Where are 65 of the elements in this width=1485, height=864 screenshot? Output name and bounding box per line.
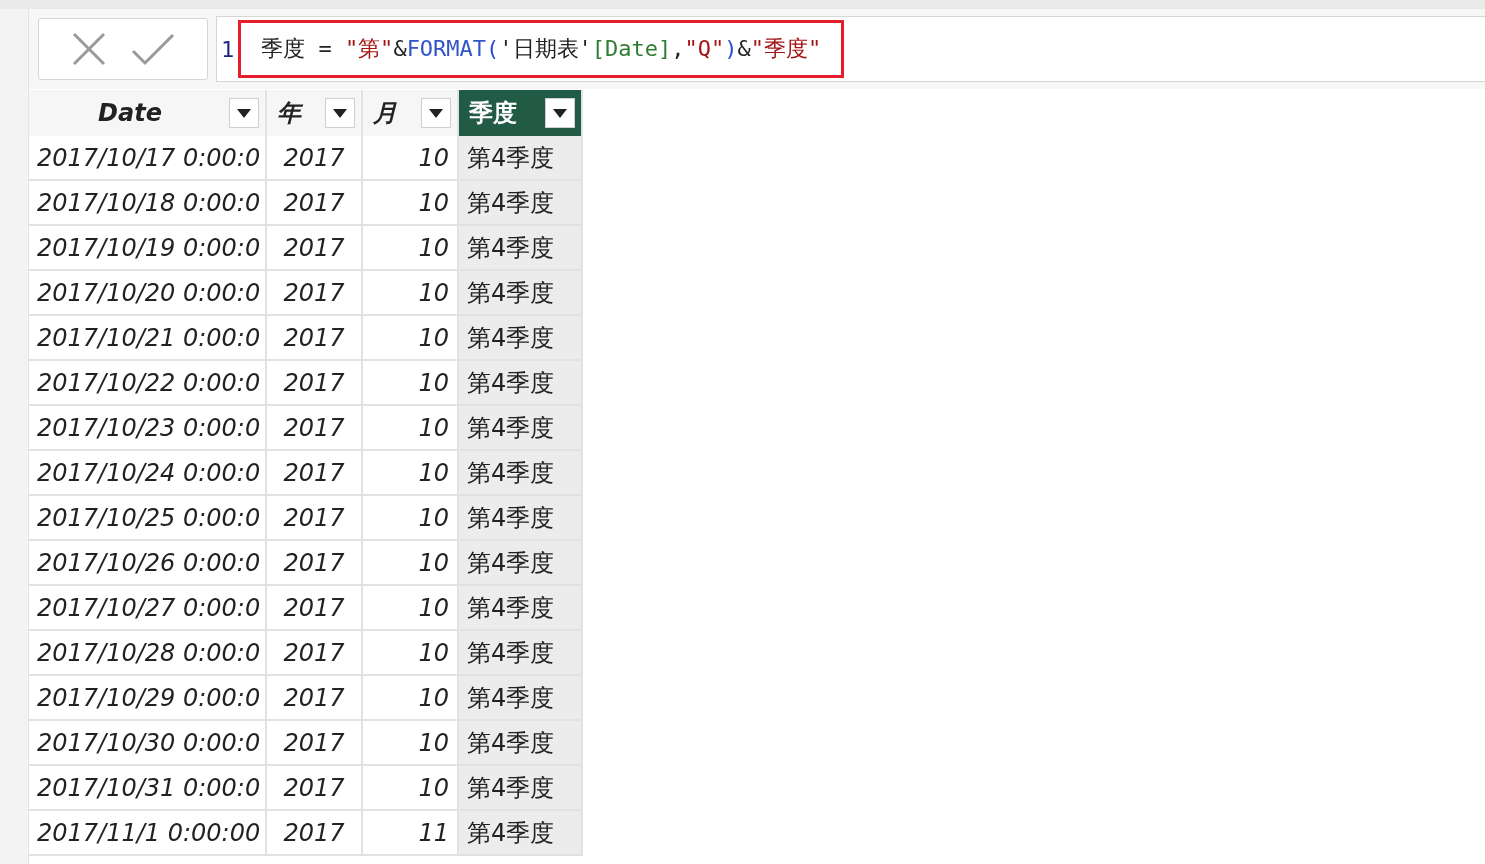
table-cell: 第4季度	[459, 136, 583, 181]
table-cell: 第4季度	[459, 406, 583, 451]
table-cell: 2017/10/25 0:00:0	[29, 496, 267, 541]
caret-icon	[553, 108, 567, 118]
column-header[interactable]: 季度	[459, 90, 583, 136]
checkmark-icon[interactable]	[131, 31, 175, 67]
column-header[interactable]: 月	[363, 90, 459, 136]
table-cell: 2017	[267, 136, 363, 181]
column-header[interactable]: Date	[29, 90, 267, 136]
table-cell: 2017	[267, 541, 363, 586]
table-cell: 2017/10/28 0:00:0	[29, 631, 267, 676]
table-cell: 第4季度	[459, 316, 583, 361]
table-cell: 2017	[267, 181, 363, 226]
filter-dropdown-button[interactable]	[229, 98, 259, 128]
table-cell: 第4季度	[459, 226, 583, 271]
column-header[interactable]: 年	[267, 90, 363, 136]
table-cell: 2017	[267, 361, 363, 406]
table-cell: 2017/10/21 0:00:0	[29, 316, 267, 361]
table-cell: 2017/11/1 0:00:00	[29, 811, 267, 856]
table-cell: 2017	[267, 451, 363, 496]
table-cell: 第4季度	[459, 676, 583, 721]
table-cell: 2017/10/22 0:00:0	[29, 361, 267, 406]
table-cell: 第4季度	[459, 361, 583, 406]
table-cell: 2017/10/30 0:00:0	[29, 721, 267, 766]
table-cell: 第4季度	[459, 541, 583, 586]
filter-dropdown-button[interactable]	[421, 98, 451, 128]
formula-editor[interactable]: 1 季度 = "第"&FORMAT('日期表'[Date],"Q")&"季度"	[216, 16, 1485, 82]
table-cell: 2017/10/27 0:00:0	[29, 586, 267, 631]
caret-icon	[333, 108, 347, 118]
table-cell: 2017	[267, 811, 363, 856]
formula-text: 季度 = "第"&FORMAT('日期表'[Date],"Q")&"季度"	[261, 35, 822, 63]
table-cell: 2017/10/29 0:00:0	[29, 676, 267, 721]
table-cell: 第4季度	[459, 451, 583, 496]
table-cell: 2017/10/26 0:00:0	[29, 541, 267, 586]
table-cell: 2017	[267, 406, 363, 451]
table-cell: 2017	[267, 496, 363, 541]
table-cell: 2017	[267, 271, 363, 316]
table-cell: 第4季度	[459, 721, 583, 766]
table-cell: 2017/10/31 0:00:0	[29, 766, 267, 811]
table-cell: 2017	[267, 226, 363, 271]
table-cell: 第4季度	[459, 586, 583, 631]
table-cell: 2017	[267, 766, 363, 811]
table-cell: 第4季度	[459, 271, 583, 316]
line-number: 1	[220, 36, 236, 62]
table-cell: 第4季度	[459, 631, 583, 676]
close-icon[interactable]	[71, 31, 107, 67]
table-cell: 2017	[267, 586, 363, 631]
table-cell: 第4季度	[459, 181, 583, 226]
table-cell: 2017/10/18 0:00:0	[29, 181, 267, 226]
table-cell: 第4季度	[459, 811, 583, 856]
table-cell: 2017	[267, 676, 363, 721]
table-cell: 2017	[267, 316, 363, 361]
table-cell: 2017/10/23 0:00:0	[29, 406, 267, 451]
table-cell: 2017/10/20 0:00:0	[29, 271, 267, 316]
table-cell: 2017/10/19 0:00:0	[29, 226, 267, 271]
table-cell: 2017	[267, 721, 363, 766]
table-cell: 第4季度	[459, 496, 583, 541]
table-cell: 第4季度	[459, 766, 583, 811]
table-cell: 2017	[267, 631, 363, 676]
table-cell: 2017/10/24 0:00:0	[29, 451, 267, 496]
filter-dropdown-button[interactable]	[545, 98, 575, 128]
table-cell: 2017/10/17 0:00:0	[29, 136, 267, 181]
caret-icon	[429, 108, 443, 118]
filter-dropdown-button[interactable]	[325, 98, 355, 128]
caret-icon	[237, 108, 251, 118]
